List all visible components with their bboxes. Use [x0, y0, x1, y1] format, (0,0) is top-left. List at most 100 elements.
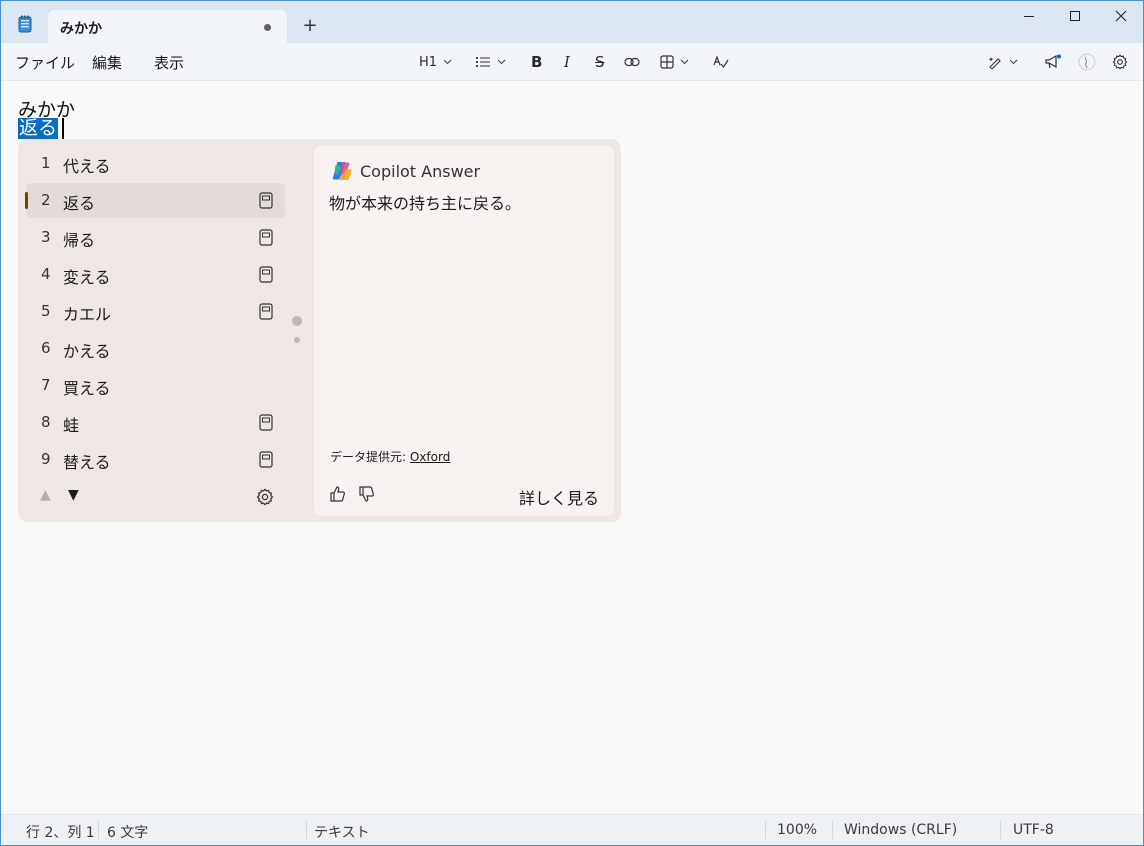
- link-button[interactable]: [624, 51, 640, 73]
- status-divider: [832, 821, 833, 839]
- status-bar: 行 2、列 1 6 文字 テキスト 100% Windows (CRLF) UT…: [1, 814, 1143, 845]
- status-divider: [98, 821, 99, 839]
- thumbs-up-icon[interactable]: [329, 485, 347, 503]
- copilot-answer-title: Copilot Answer: [360, 162, 481, 181]
- copilot-write-dropdown[interactable]: [987, 51, 1018, 73]
- candidate-number: 5: [41, 302, 51, 320]
- spellcheck-button[interactable]: [713, 51, 729, 73]
- dictionary-icon: [259, 229, 273, 246]
- chevron-down-icon: [443, 59, 452, 65]
- candidate-number: 4: [41, 265, 51, 283]
- notepad-app-icon: [15, 14, 35, 34]
- unsaved-dot-icon[interactable]: [264, 24, 271, 31]
- status-divider: [765, 821, 766, 839]
- heading-dropdown[interactable]: H1: [419, 51, 452, 73]
- account-button[interactable]: [1078, 51, 1096, 73]
- copilot-logo-icon: [332, 162, 352, 180]
- list-dropdown[interactable]: [475, 51, 506, 73]
- chevron-down-icon: [680, 59, 689, 65]
- maximize-icon: [1070, 11, 1080, 21]
- megaphone-icon: [1045, 54, 1061, 69]
- candidate-text: 替える: [63, 453, 111, 472]
- avatar-icon: [1078, 53, 1096, 71]
- dictionary-icon: [259, 303, 273, 320]
- settings-button[interactable]: [1112, 51, 1128, 73]
- candidate-1[interactable]: 1 代える: [26, 146, 285, 181]
- candidate-9[interactable]: 9 替える: [26, 442, 285, 477]
- candidate-3[interactable]: 3 帰る: [26, 220, 285, 255]
- candidate-number: 8: [41, 413, 51, 431]
- source-link-oxford[interactable]: Oxford: [410, 450, 450, 464]
- ime-candidate-window: 1 代える 2 返る 3 帰る 4 変える 5 カエル 6 かえる 7 買える …: [18, 139, 621, 522]
- candidate-text: 帰る: [63, 231, 96, 250]
- text-format[interactable]: テキスト: [314, 822, 370, 842]
- learn-more-button[interactable]: 詳しく見る: [519, 485, 599, 509]
- next-page-button[interactable]: ▼: [68, 487, 79, 503]
- minimize-icon: [1024, 16, 1034, 17]
- candidate-text: かえる: [63, 342, 111, 361]
- chevron-down-icon: [497, 59, 506, 65]
- dictionary-icon: [259, 192, 273, 209]
- pager-dot[interactable]: [294, 337, 300, 343]
- candidate-number: 9: [41, 450, 51, 468]
- candidate-6[interactable]: 6 かえる: [26, 331, 285, 366]
- heading-label: H1: [419, 54, 438, 70]
- tab-title: みかか: [60, 21, 102, 37]
- spellcheck-icon: [713, 55, 729, 69]
- candidate-number: 1: [41, 154, 51, 172]
- gear-icon: [1112, 54, 1128, 70]
- source-prefix: データ提供元:: [330, 450, 410, 464]
- close-button[interactable]: [1098, 1, 1143, 33]
- candidate-2-selected[interactable]: 2 返る: [25, 183, 285, 218]
- bold-button[interactable]: B: [531, 51, 542, 73]
- zoom-level[interactable]: 100%: [777, 822, 817, 838]
- copilot-answer-text: 物が本来の持ち主に戻る。: [329, 194, 522, 213]
- dictionary-icon: [259, 414, 273, 431]
- copilot-source: データ提供元: Oxford: [330, 448, 450, 465]
- character-count: 6 文字: [107, 825, 149, 841]
- thumbs-down-icon[interactable]: [358, 485, 376, 503]
- chevron-down-icon: [1009, 59, 1018, 65]
- menu-edit[interactable]: 編集: [92, 52, 122, 73]
- menu-toolbar-bar: ファイル 編集 表示 H1 B I S: [1, 43, 1143, 81]
- new-tab-button[interactable]: +: [298, 14, 322, 38]
- candidate-4[interactable]: 4 変える: [26, 257, 285, 292]
- notepad-window: みかか + ファイル 編集 表示 H1 B I S みかか 返る 1 代える 2…: [0, 0, 1144, 846]
- line-ending[interactable]: Windows (CRLF): [844, 822, 957, 838]
- close-icon: [1115, 10, 1127, 22]
- candidate-5[interactable]: 5 カエル: [26, 294, 285, 329]
- text-caret: [62, 118, 64, 139]
- candidate-text: 買える: [63, 379, 111, 398]
- candidate-8[interactable]: 8 蛙: [26, 405, 285, 440]
- candidate-text: 蛙: [63, 416, 80, 435]
- menu-view[interactable]: 表示: [154, 52, 184, 73]
- status-divider: [306, 821, 307, 839]
- previous-page-button[interactable]: ▲: [40, 487, 51, 503]
- link-icon: [624, 57, 640, 67]
- menu-file[interactable]: ファイル: [15, 52, 75, 73]
- minimize-button[interactable]: [1006, 1, 1052, 33]
- strikethrough-button[interactable]: S: [595, 51, 605, 73]
- document-tab[interactable]: みかか: [48, 10, 287, 44]
- candidate-number: 3: [41, 228, 51, 246]
- document-line-2-composition[interactable]: 返る: [18, 118, 59, 139]
- table-icon: [660, 55, 674, 69]
- pager-dot-active[interactable]: [292, 316, 302, 326]
- cursor-position: 行 2、列 1: [26, 825, 95, 841]
- candidate-text: 返る: [63, 194, 96, 213]
- candidate-number: 7: [41, 376, 51, 394]
- candidate-text: カエル: [63, 305, 112, 324]
- title-bar: みかか +: [1, 1, 1143, 44]
- encoding[interactable]: UTF-8: [1013, 822, 1054, 838]
- dictionary-icon: [259, 451, 273, 468]
- ime-settings-gear-icon[interactable]: [256, 488, 274, 506]
- table-dropdown[interactable]: [660, 51, 689, 73]
- pen-sparkle-icon: [988, 57, 1001, 69]
- candidate-7[interactable]: 7 買える: [26, 368, 285, 403]
- italic-button[interactable]: I: [564, 51, 570, 73]
- copilot-answer-card: Copilot Answer 物が本来の持ち主に戻る。 データ提供元: Oxfo…: [314, 146, 614, 516]
- announcements-button[interactable]: [1044, 51, 1062, 73]
- candidate-number: 6: [41, 339, 51, 357]
- status-divider: [1000, 821, 1001, 839]
- maximize-button[interactable]: [1052, 1, 1098, 33]
